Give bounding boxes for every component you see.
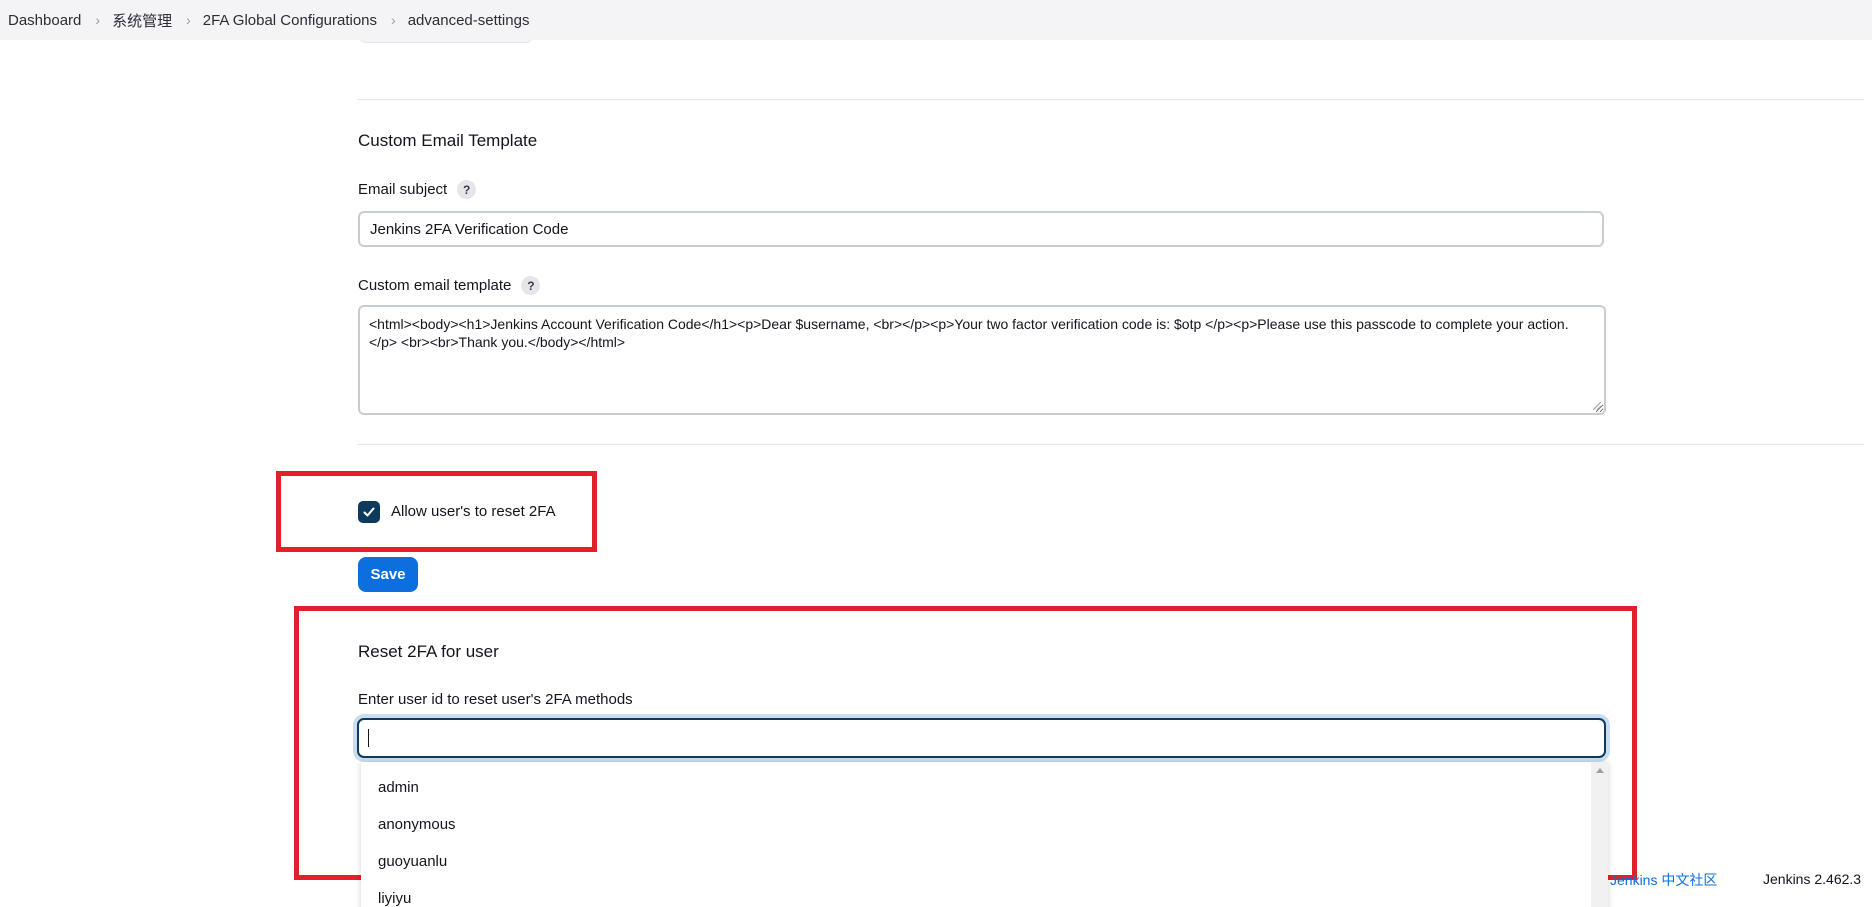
dropdown-scrollbar[interactable] bbox=[1591, 762, 1608, 907]
community-link[interactable]: Jenkins 中文社区 bbox=[1610, 870, 1717, 890]
suggestion-guoyuanlu[interactable]: guoyuanlu bbox=[378, 853, 447, 870]
breadcrumb-dashboard[interactable]: Dashboard bbox=[0, 12, 81, 29]
email-subject-input[interactable] bbox=[358, 211, 1604, 247]
jenkins-version: Jenkins 2.462.3 bbox=[1763, 871, 1862, 887]
breadcrumb-system-management[interactable]: 系统管理 bbox=[112, 10, 172, 31]
page: Dashboard › 系统管理 › 2FA Global Configurat… bbox=[0, 0, 1872, 907]
breadcrumb-2fa-global-configurations[interactable]: 2FA Global Configurations bbox=[203, 12, 377, 29]
reset-2fa-section-title: Reset 2FA for user bbox=[358, 642, 499, 661]
section-divider bbox=[358, 99, 1864, 100]
user-suggestions-dropdown: admin anonymous guoyuanlu liyiyu bbox=[361, 762, 1608, 907]
resize-grip-icon[interactable] bbox=[1592, 401, 1602, 411]
save-button[interactable]: Save bbox=[358, 557, 418, 592]
scroll-up-arrow-icon[interactable] bbox=[1596, 768, 1604, 773]
email-subject-label: Email subject bbox=[358, 181, 448, 198]
email-subject-label-row: Email subject ? bbox=[358, 180, 477, 199]
allow-reset-label[interactable]: Allow user's to reset 2FA bbox=[391, 503, 556, 520]
help-icon[interactable]: ? bbox=[521, 276, 541, 295]
checkmark-icon bbox=[363, 507, 375, 517]
suggestion-admin[interactable]: admin bbox=[378, 779, 419, 796]
breadcrumb: Dashboard › 系统管理 › 2FA Global Configurat… bbox=[0, 0, 1872, 40]
email-template-section-title: Custom Email Template bbox=[358, 131, 538, 150]
suggestion-anonymous[interactable]: anonymous bbox=[378, 816, 456, 833]
breadcrumb-advanced-settings[interactable]: advanced-settings bbox=[408, 12, 530, 29]
collapsed-element-edge bbox=[358, 32, 534, 43]
chevron-right-icon: › bbox=[95, 12, 101, 28]
chevron-right-icon: › bbox=[186, 12, 191, 28]
text-caret bbox=[368, 729, 369, 747]
email-template-textarea[interactable]: <html><body><h1>Jenkins Account Verifica… bbox=[358, 305, 1606, 415]
section-divider bbox=[358, 444, 1864, 445]
user-id-label: Enter user id to reset user's 2FA method… bbox=[358, 691, 633, 708]
email-template-label: Custom email template bbox=[358, 277, 512, 294]
email-template-label-row: Custom email template ? bbox=[358, 276, 541, 295]
chevron-right-icon: › bbox=[391, 12, 396, 28]
user-id-input[interactable] bbox=[357, 718, 1606, 758]
suggestion-liyiyu[interactable]: liyiyu bbox=[378, 890, 411, 907]
help-icon[interactable]: ? bbox=[457, 180, 477, 199]
allow-reset-checkbox[interactable] bbox=[358, 501, 380, 523]
